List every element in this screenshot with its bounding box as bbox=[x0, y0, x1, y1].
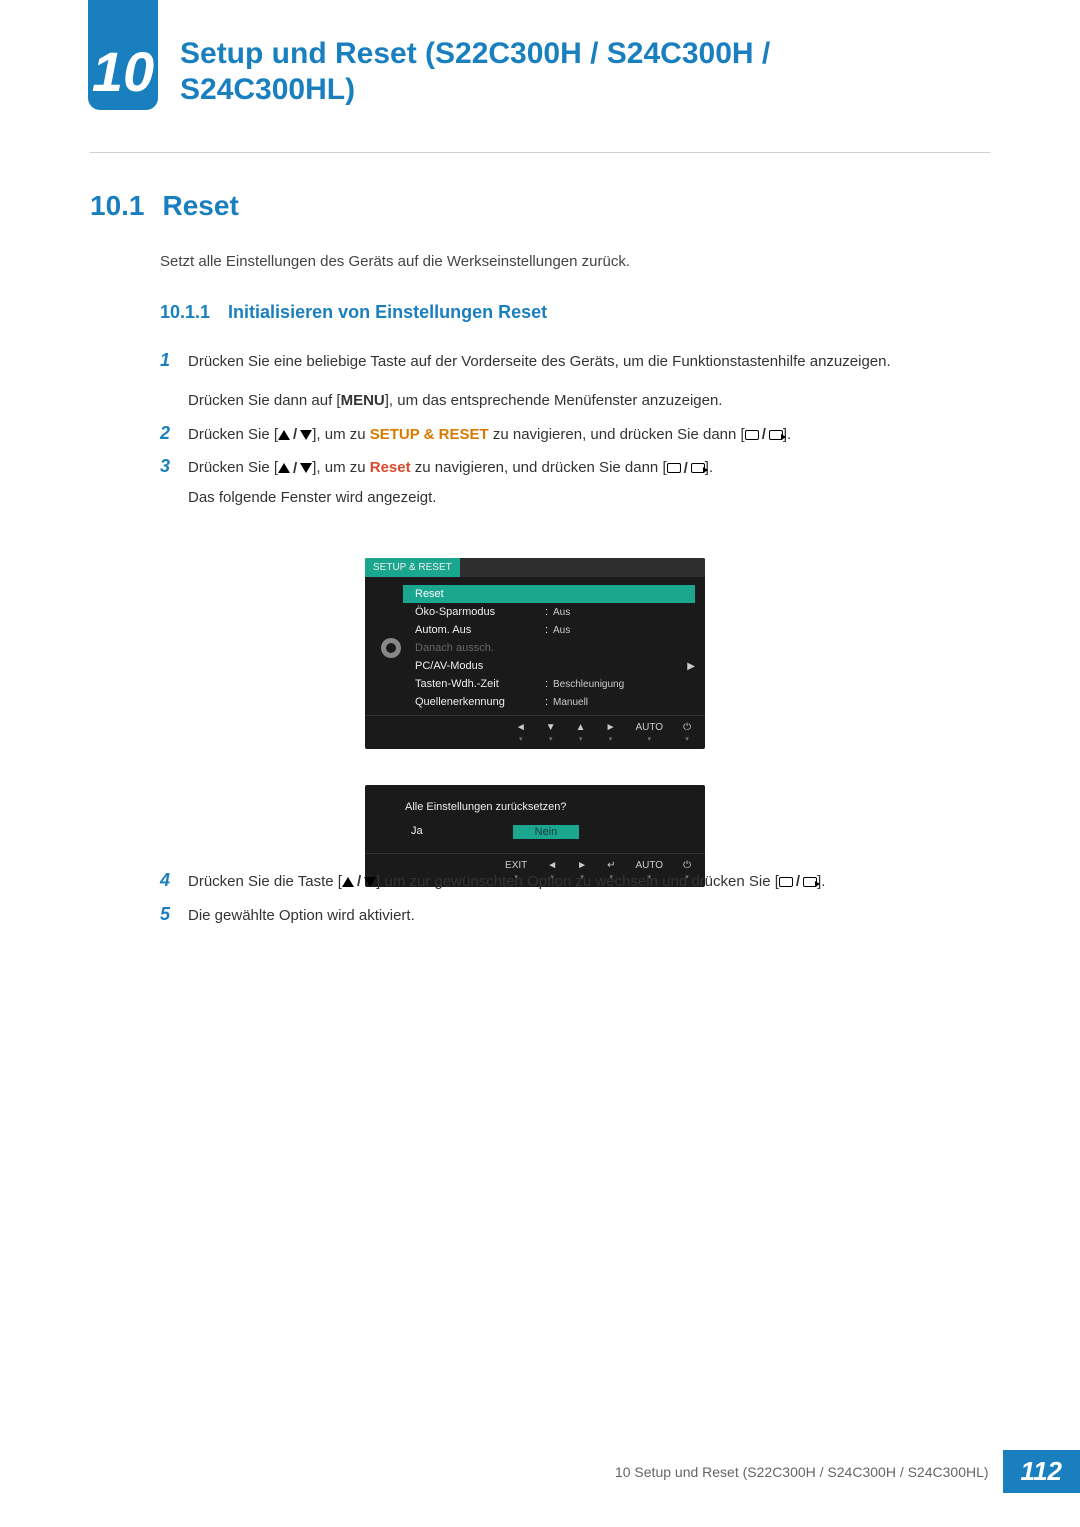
down-icon bbox=[300, 430, 312, 440]
chapter-badge: 10 bbox=[88, 0, 158, 110]
osd-menu-row: Danach aussch. bbox=[409, 639, 695, 657]
footer-text: 10 Setup und Reset (S22C300H / S24C300H … bbox=[615, 1464, 1003, 1480]
osd-menu-row: Reset bbox=[403, 585, 695, 603]
step-4: 4 Drücken Sie die Taste [/] um zur gewün… bbox=[160, 870, 980, 894]
subsection-heading: 10.1.1 Initialisieren von Einstellungen R… bbox=[160, 302, 547, 323]
osd-nav-btn: ▲▾ bbox=[576, 722, 586, 743]
enter-icon bbox=[803, 877, 817, 887]
enter-icon bbox=[691, 463, 705, 473]
menu-button-label: MENU bbox=[341, 392, 385, 409]
step-number: 1 bbox=[160, 350, 188, 413]
intro-text: Setzt alle Einstellungen des Geräts auf … bbox=[160, 253, 630, 270]
osd-menu-row: Quellenerkennung:Manuell bbox=[409, 693, 695, 711]
step-number: 5 bbox=[160, 904, 188, 927]
osd-nav-btn: ⏻▾ bbox=[683, 722, 691, 743]
title-divider bbox=[90, 152, 990, 153]
source-icon bbox=[745, 430, 759, 440]
step-number: 4 bbox=[160, 870, 188, 894]
page-number: 112 bbox=[1003, 1450, 1080, 1493]
osd-nav-bar: ◄▾ ▼▾ ▲▾ ►▾ AUTO▾ ⏻▾ bbox=[365, 715, 705, 749]
section-title: Reset bbox=[163, 190, 239, 221]
osd-nav-btn: AUTO▾ bbox=[635, 722, 663, 743]
confirm-no-selected: Nein bbox=[513, 825, 580, 839]
step-3-after: Das folgende Fenster wird angezeigt. bbox=[188, 486, 713, 509]
step-5-text: Die gewählte Option wird aktiviert. bbox=[188, 904, 415, 927]
step-3: 3 Drücken Sie [/], um zu Reset zu navigi… bbox=[160, 456, 980, 509]
osd-nav-btn: ►▾ bbox=[606, 722, 616, 743]
subsection-number: 10.1.1 bbox=[160, 302, 210, 322]
confirm-yes: Ja bbox=[411, 825, 423, 839]
source-icon bbox=[779, 877, 793, 887]
down-icon bbox=[300, 463, 312, 473]
osd-nav-btn: ▼▾ bbox=[546, 722, 556, 743]
footer: 10 Setup und Reset (S22C300H / S24C300H … bbox=[615, 1450, 1080, 1493]
step-number: 3 bbox=[160, 456, 188, 509]
step-1-text-a: Drücken Sie eine beliebige Taste auf der… bbox=[188, 350, 891, 373]
source-icon bbox=[667, 463, 681, 473]
chapter-number: 10 bbox=[92, 39, 154, 104]
osd-menu-title: SETUP & RESET bbox=[365, 558, 460, 577]
reset-highlight: Reset bbox=[370, 459, 411, 476]
step-1: 1 Drücken Sie eine beliebige Taste auf d… bbox=[160, 350, 980, 413]
osd-menu-row: PC/AV-Modus▶ bbox=[409, 657, 695, 675]
step-1-text-b: Drücken Sie dann auf [MENU], um das ents… bbox=[188, 389, 891, 412]
step-2: 2 Drücken Sie [/], um zu SETUP & RESET z… bbox=[160, 423, 980, 447]
enter-icon bbox=[769, 430, 783, 440]
osd-nav-btn: ◄▾ bbox=[516, 722, 526, 743]
chapter-title: Setup und Reset (S22C300H / S24C300H / S… bbox=[180, 36, 940, 108]
chevron-right-icon: ▶ bbox=[687, 661, 695, 672]
up-icon bbox=[278, 430, 290, 440]
gear-icon bbox=[381, 638, 401, 658]
step-5: 5 Die gewählte Option wird aktiviert. bbox=[160, 904, 980, 927]
setup-reset-highlight: SETUP & RESET bbox=[370, 426, 489, 443]
step-4-text: Drücken Sie die Taste [/] um zur gewünsc… bbox=[188, 870, 825, 894]
section-heading: 10.1 Reset bbox=[90, 190, 239, 222]
confirm-question: Alle Einstellungen zurücksetzen? bbox=[405, 801, 693, 813]
down-icon bbox=[364, 877, 376, 887]
osd-menu-row: Autom. Aus:Aus bbox=[409, 621, 695, 639]
step-2-text: Drücken Sie [/], um zu SETUP & RESET zu … bbox=[188, 423, 791, 447]
up-icon bbox=[278, 463, 290, 473]
subsection-title: Initialisieren von Einstellungen Reset bbox=[228, 302, 547, 322]
section-number: 10.1 bbox=[90, 190, 145, 221]
up-icon bbox=[342, 877, 354, 887]
osd-menu-row: Tasten-Wdh.-Zeit:Beschleunigung bbox=[409, 675, 695, 693]
osd-menu-screenshot: SETUP & RESET ResetÖko-Sparmodus:AusAuto… bbox=[365, 558, 705, 749]
step-number: 2 bbox=[160, 423, 188, 447]
step-3-text: Drücken Sie [/], um zu Reset zu navigier… bbox=[188, 456, 713, 509]
osd-menu-row: Öko-Sparmodus:Aus bbox=[409, 603, 695, 621]
